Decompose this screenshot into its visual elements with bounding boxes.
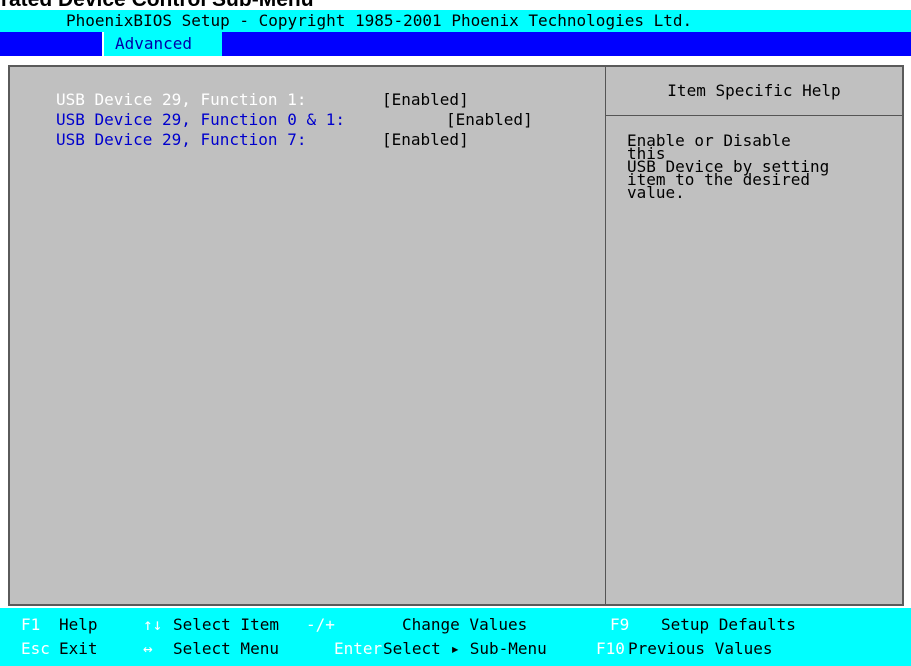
left-right-arrows-icon: ↔ <box>143 639 153 658</box>
setting-label: USB Device 29, Function 0 & 1: <box>56 110 345 129</box>
setting-value[interactable]: [Enabled] <box>382 130 469 150</box>
change-values-desc: Change Values <box>402 615 528 634</box>
setting-value[interactable]: [Enabled] <box>446 110 533 130</box>
key-f1: F1 <box>21 615 41 634</box>
previous-values-desc: Previous Values <box>628 639 773 658</box>
setting-label: USB Device 29, Function 7: <box>56 130 307 149</box>
bios-title-bar: PhoenixBIOS Setup - Copyright 1985-2001 … <box>0 10 911 32</box>
status-bar: F1 Help ↑↓ Select Item -/+ Change Values… <box>0 608 911 666</box>
setting-usb-device-29-function-1[interactable]: USB Device 29, Function 1: [Enabled] <box>56 90 469 110</box>
up-down-arrows-icon: ↑↓ <box>143 615 163 634</box>
main-area: USB Device 29, Function 1: [Enabled] USB… <box>0 56 911 608</box>
status-row-1: F1 Help ↑↓ Select Item -/+ Change Values… <box>0 614 911 636</box>
document-heading: grated Device Control Sub-Menu <box>0 0 911 10</box>
status-row-2: Esc Exit ↔ Select Menu Enter Select ▸ Su… <box>0 638 911 660</box>
key-minus-plus: -/+ <box>306 615 335 634</box>
panel-divider <box>605 67 606 604</box>
select-item-desc: Select Item <box>173 615 279 634</box>
exit-desc: Exit <box>59 639 98 658</box>
setup-defaults-desc: Setup Defaults <box>661 615 796 634</box>
key-f10: F10 <box>596 639 625 658</box>
document-heading-text: grated Device Control Sub-Menu <box>0 0 314 10</box>
bios-title-text: PhoenixBIOS Setup - Copyright 1985-2001 … <box>66 11 693 30</box>
setting-label: USB Device 29, Function 1: <box>56 90 307 109</box>
help-text: Enable or Disable this USB Device by set… <box>627 131 830 202</box>
help-divider <box>606 115 902 116</box>
help-title: Item Specific Help <box>667 81 841 100</box>
key-esc: Esc <box>21 639 50 658</box>
key-f1-desc: Help <box>59 615 98 634</box>
select-sub-menu-desc: Select ▸ Sub-Menu <box>383 639 547 658</box>
key-enter: Enter <box>334 639 383 658</box>
tab-advanced[interactable]: Advanced <box>102 32 222 56</box>
key-f9: F9 <box>610 615 630 634</box>
settings-panel: USB Device 29, Function 1: [Enabled] USB… <box>8 65 904 606</box>
setting-usb-device-29-function-7[interactable]: USB Device 29, Function 7: [Enabled] <box>56 130 469 150</box>
setting-usb-device-29-function-0-and-1[interactable]: USB Device 29, Function 0 & 1: [Enabled] <box>56 110 533 130</box>
menu-bar: Advanced <box>0 32 911 56</box>
setting-value[interactable]: [Enabled] <box>382 90 469 110</box>
select-menu-desc: Select Menu <box>173 639 279 658</box>
